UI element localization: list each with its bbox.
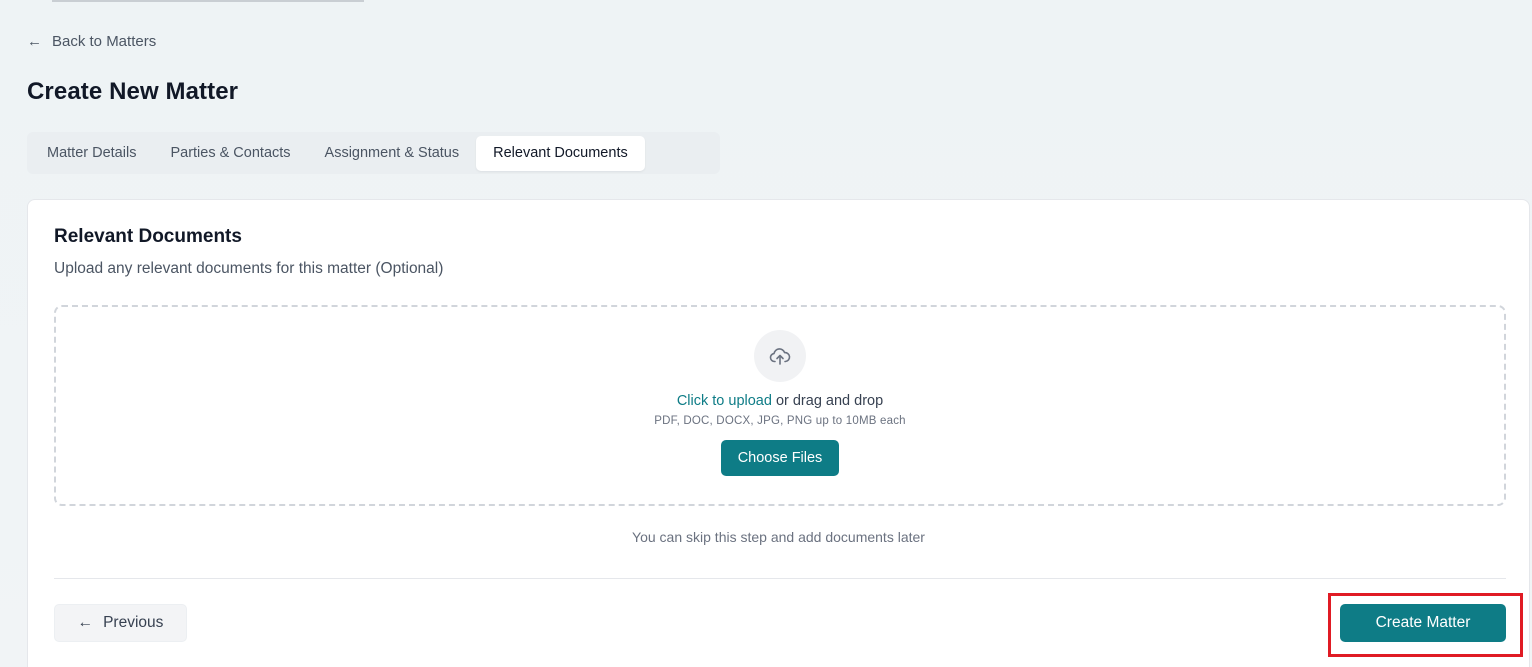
previous-button[interactable]: ← Previous [54, 604, 187, 642]
drag-drop-text: or drag and drop [771, 393, 884, 409]
upload-instructions: Click to upload or drag and drop [677, 393, 883, 409]
accepted-formats-text: PDF, DOC, DOCX, JPG, PNG up to 10MB each [654, 415, 906, 427]
section-subtitle: Upload any relevant documents for this m… [54, 260, 444, 277]
documents-card: Relevant Documents Upload any relevant d… [27, 199, 1530, 667]
top-scroll-strip [52, 0, 364, 2]
click-to-upload-link[interactable]: Click to upload [677, 393, 772, 409]
tab-parties-contacts[interactable]: Parties & Contacts [153, 136, 307, 171]
cloud-upload-icon [754, 330, 806, 382]
arrow-left-icon: ← [77, 614, 94, 631]
footer-divider [54, 578, 1506, 579]
create-matter-button[interactable]: Create Matter [1340, 604, 1506, 642]
choose-files-button[interactable]: Choose Files [720, 440, 840, 476]
tab-assignment-status[interactable]: Assignment & Status [308, 136, 477, 171]
back-to-matters-link[interactable]: ← Back to Matters [27, 33, 156, 50]
previous-label: Previous [103, 614, 164, 631]
tab-relevant-documents[interactable]: Relevant Documents [476, 135, 645, 171]
tab-matter-details[interactable]: Matter Details [30, 136, 153, 171]
file-dropzone[interactable]: Click to upload or drag and drop PDF, DO… [54, 305, 1506, 506]
step-tabs: Matter Details Parties & Contacts Assign… [27, 132, 720, 174]
skip-step-note: You can skip this step and add documents… [632, 529, 925, 545]
page-title: Create New Matter [27, 78, 239, 105]
back-link-label: Back to Matters [52, 33, 157, 50]
section-title: Relevant Documents [54, 226, 242, 247]
arrow-left-icon: ← [27, 33, 42, 50]
